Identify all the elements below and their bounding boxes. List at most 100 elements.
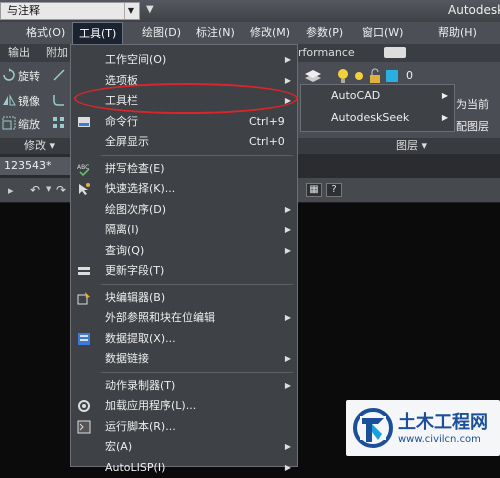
ribbon-toggle-icon[interactable]: [384, 47, 406, 58]
update-field-icon: [78, 267, 90, 275]
tools-menu-item-3[interactable]: 命令行 Ctrl+9: [71, 112, 297, 132]
menu-item-label: 命令行: [105, 114, 138, 128]
layer-number: 0: [406, 69, 413, 82]
tools-menu-item-15[interactable]: 数据提取(X)...: [71, 329, 297, 349]
layer-match-icon[interactable]: [304, 68, 322, 84]
set-current-label[interactable]: 为当前: [456, 96, 489, 112]
mirror-icon: [3, 94, 16, 106]
quick-access-dropdown-icon[interactable]: ▼: [146, 4, 154, 15]
toolbar-handle[interactable]: ▸: [8, 184, 14, 197]
trim-icon: [53, 69, 65, 81]
chevron-right-icon: ▶: [284, 75, 291, 85]
tools-menu-item-21[interactable]: 宏(A) ▶: [71, 437, 297, 457]
chevron-right-icon: ▶: [284, 380, 291, 390]
scale-button[interactable]: 缩放: [18, 116, 40, 132]
rotate-icon: [3, 68, 15, 81]
ribbon-tab-addins[interactable]: 附加: [46, 44, 68, 62]
undo-dropdown-icon[interactable]: ▼: [46, 185, 51, 193]
menu-item-label: 数据链接: [105, 352, 149, 365]
chevron-right-icon: ▶: [284, 55, 291, 64]
chevron-right-icon: ▶: [441, 113, 448, 122]
watermark-logo-icon: [353, 408, 393, 448]
redo-icon[interactable]: ↷: [56, 183, 66, 197]
tools-menu-item-11[interactable]: 更新字段(T): [71, 261, 297, 281]
scale-icon: [2, 116, 16, 130]
submenu-item-autodeskseek[interactable]: AutodeskSeek ▶: [301, 107, 454, 129]
help-icon[interactable]: ?: [326, 183, 342, 197]
menubar-item-2[interactable]: 绘图(D): [136, 22, 187, 44]
tools-menu-item-16[interactable]: 数据链接 ▶: [71, 349, 297, 369]
workspace-combo-value: 与注释: [7, 4, 40, 17]
match-layer-label[interactable]: 配图层: [456, 118, 489, 134]
highlight-ellipse: [74, 83, 298, 114]
chevron-right-icon: ▶: [284, 204, 291, 214]
chevron-down-icon[interactable]: ▼: [124, 3, 137, 19]
menu-item-label: 查询(Q): [105, 243, 145, 257]
layer-color-swatch[interactable]: [386, 70, 398, 82]
chevron-right-icon: ▶: [284, 245, 291, 255]
menu-item-label: AutoLISP(I): [105, 460, 166, 474]
ribbon-tab-performance[interactable]: rformance: [298, 44, 355, 62]
tools-menu-item-0[interactable]: 工作空间(O) ▶: [71, 50, 297, 70]
menu-separator: [101, 371, 293, 373]
menu-item-label: 数据提取(X)...: [105, 331, 176, 345]
menubar-item-5[interactable]: 参数(P): [300, 22, 349, 44]
tools-menu-item-10[interactable]: 查询(Q) ▶: [71, 241, 297, 261]
tools-menu-item-6[interactable]: ABC 拼写检查(E): [71, 159, 297, 179]
menubar-item-0[interactable]: 格式(O): [20, 22, 71, 44]
undo-icon[interactable]: ↶: [30, 183, 40, 197]
menu-separator: [101, 154, 293, 156]
menubar-item-6[interactable]: 窗口(W): [356, 22, 409, 44]
menu-item-label: 隔离(I): [105, 223, 139, 236]
tools-menu-item-14[interactable]: 外部参照和块在位编辑 ▶: [71, 308, 297, 328]
mirror-button[interactable]: 镜像: [18, 93, 40, 109]
run-script-icon: [77, 420, 91, 433]
tools-menu-item-19[interactable]: 加载应用程序(L)...: [71, 396, 297, 416]
menu-item-label: 拼写检查(E): [105, 161, 165, 175]
workspace-combo[interactable]: 与注释 ▼: [0, 2, 140, 20]
spell-check-icon: ABC: [77, 164, 90, 176]
watermark-url: www.civilcn.com: [398, 434, 481, 445]
menubar-item-3[interactable]: 标注(N): [190, 22, 241, 44]
menu-item-label: 块编辑器(B): [105, 290, 166, 304]
menu-item-label: 快速选择(K)...: [105, 182, 176, 195]
chevron-right-icon: ▶: [441, 91, 448, 100]
chevron-right-icon: ▶: [284, 354, 291, 363]
ribbon-tab-output[interactable]: 输出: [8, 44, 30, 62]
tools-menu-item-7[interactable]: 快速选择(K)...: [71, 179, 297, 199]
menu-separator: [101, 283, 293, 285]
menu-item-label: 运行脚本(R)...: [105, 419, 176, 433]
tools-menu-item-9[interactable]: 隔离(I) ▶: [71, 220, 297, 240]
menubar-item-7[interactable]: 帮助(H): [432, 22, 483, 44]
layout-icon[interactable]: ▦: [306, 183, 322, 197]
submenu-item-autocad[interactable]: AutoCAD ▶: [301, 85, 454, 107]
menu-item-label: 外部参照和块在位编辑: [105, 311, 215, 324]
panel-modify-title[interactable]: 修改 ▾: [0, 138, 70, 154]
tools-menu-item-18[interactable]: 动作录制器(T) ▶: [71, 376, 297, 396]
tools-menu-item-22[interactable]: AutoLISP(I) ▶: [71, 458, 297, 478]
lightbulb-icon[interactable]: [336, 68, 350, 84]
menubar-item-1[interactable]: 工具(T): [72, 22, 124, 44]
menu-item-shortcut: Ctrl+9: [249, 114, 285, 128]
menu-item-label: 工作空间(O): [105, 53, 167, 66]
unlock-icon[interactable]: [368, 68, 382, 84]
fillet-icon: [53, 95, 64, 106]
block-editor-icon: [77, 291, 90, 304]
tools-menu-item-13[interactable]: 块编辑器(B): [71, 288, 297, 308]
menubar-item-4[interactable]: 修改(M): [244, 22, 296, 44]
rotate-button[interactable]: 旋转: [18, 68, 40, 84]
menu-item-label: 更新字段(T): [105, 264, 165, 277]
chevron-right-icon: ▶: [284, 442, 291, 451]
chevron-right-icon: ▶: [284, 225, 291, 234]
menu-item-shortcut: Ctrl+0: [249, 135, 285, 148]
file-tab[interactable]: 123543*: [0, 157, 80, 175]
sun-icon[interactable]: [352, 68, 366, 84]
app-title: Autodesk: [448, 3, 500, 17]
tools-menu-item-20[interactable]: 运行脚本(R)...: [71, 417, 297, 437]
quick-select-icon: [79, 183, 90, 195]
panel-layer-title[interactable]: 图层 ▾: [298, 138, 500, 154]
tools-menu-item-4[interactable]: 全屏显示 Ctrl+0: [71, 132, 297, 152]
tools-menu-item-8[interactable]: 绘图次序(D) ▶: [71, 200, 297, 220]
chevron-right-icon: ▶: [284, 462, 291, 472]
menu-item-label: 全屏显示: [105, 135, 149, 148]
